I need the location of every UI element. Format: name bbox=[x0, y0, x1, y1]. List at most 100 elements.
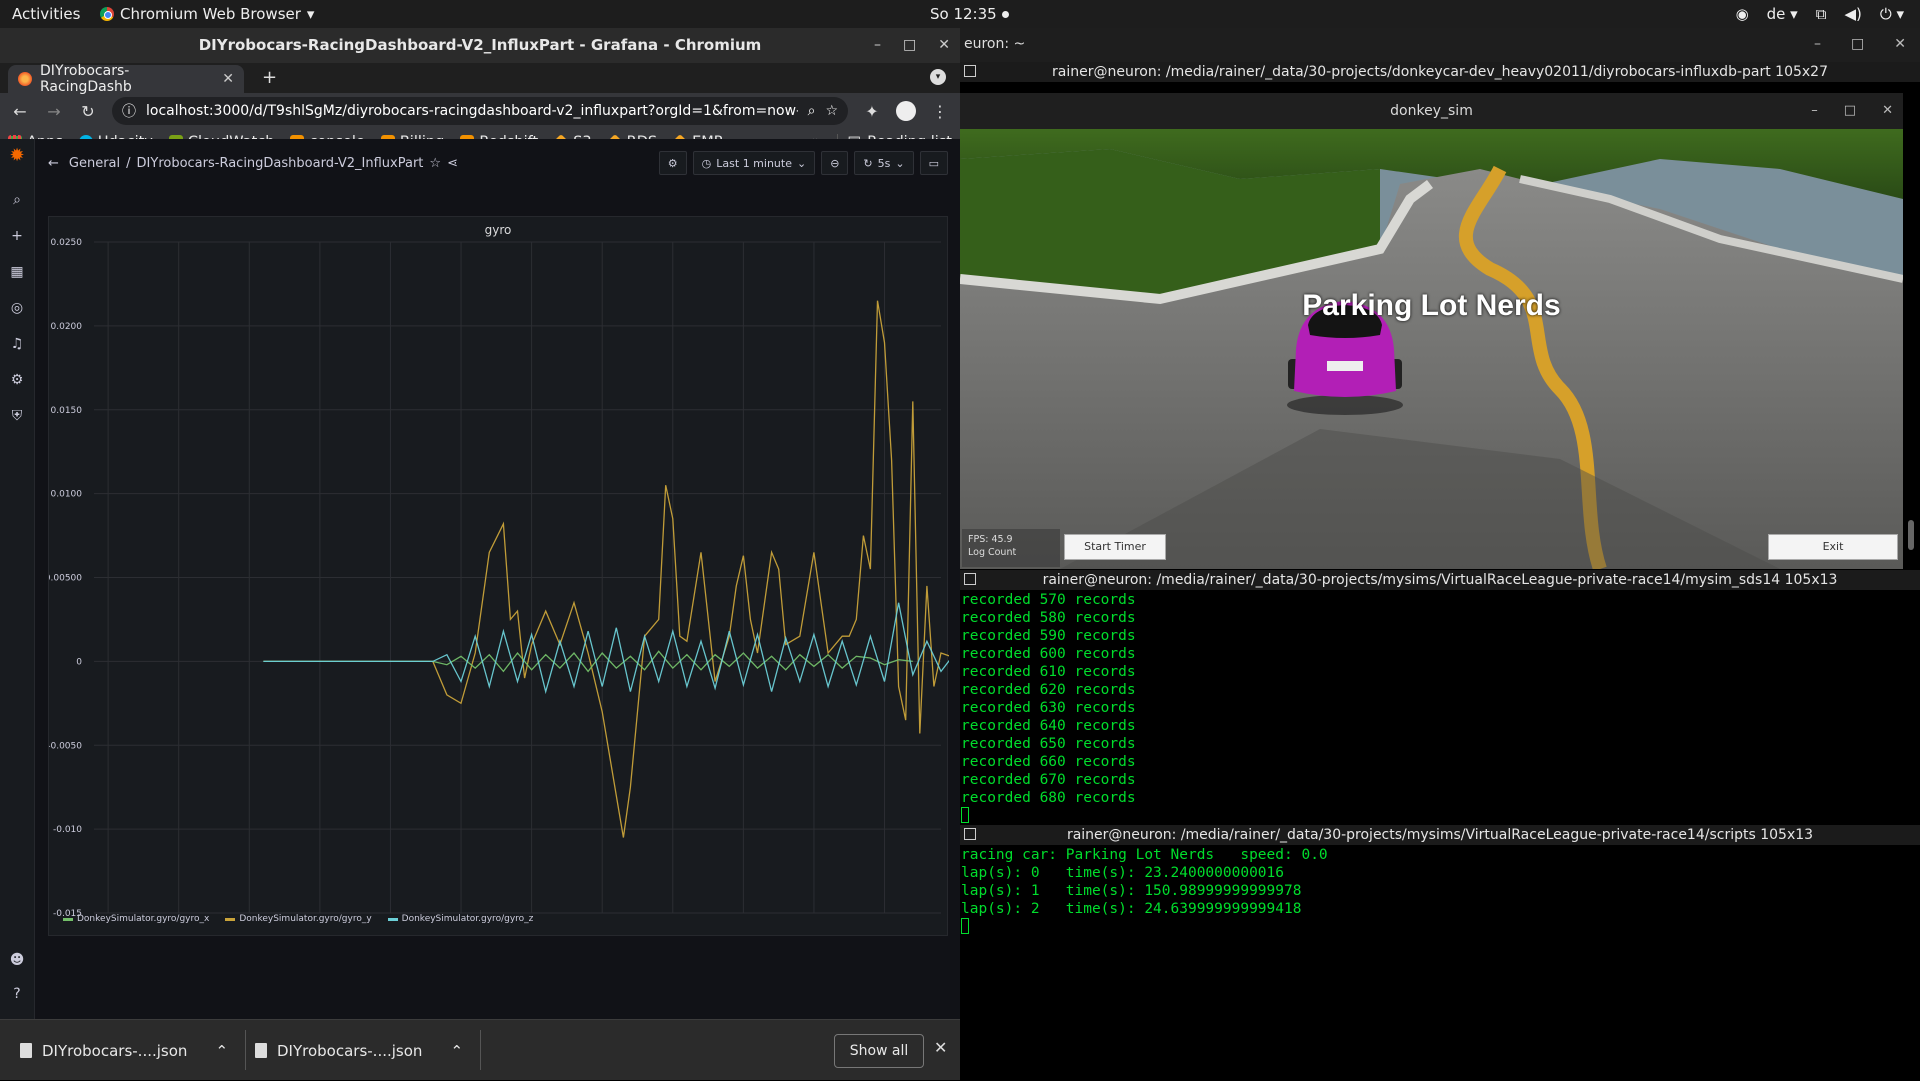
exit-button[interactable]: Exit bbox=[1768, 534, 1898, 560]
legend-label: DonkeySimulator.gyro/gyro_y bbox=[239, 914, 372, 924]
chromium-icon bbox=[100, 7, 114, 21]
legend-item-gyro-x[interactable]: DonkeySimulator.gyro/gyro_x bbox=[63, 914, 209, 924]
breadcrumb-separator: / bbox=[126, 155, 131, 171]
sim-titlebar[interactable]: donkey_sim – □ ✕ bbox=[960, 93, 1903, 129]
back-icon[interactable]: ← bbox=[10, 102, 30, 121]
zoom-search-icon[interactable]: ⌕ bbox=[808, 103, 816, 119]
maximize-icon[interactable]: □ bbox=[1851, 36, 1864, 52]
close-icon[interactable]: ✕ bbox=[938, 28, 950, 63]
dashboards-icon[interactable]: ▦ bbox=[8, 263, 26, 281]
explore-icon[interactable]: ◎ bbox=[8, 299, 26, 317]
monitor-icon: ▭ bbox=[928, 156, 939, 170]
window-title: DIYrobocars-RacingDashboard-V2_InfluxPar… bbox=[198, 36, 762, 54]
volume-icon[interactable]: ◀) bbox=[1844, 5, 1861, 23]
refresh-interval-label: 5s bbox=[877, 156, 891, 170]
discord-icon[interactable]: ◉ bbox=[1736, 5, 1749, 23]
gear-icon[interactable]: ⚙ bbox=[8, 371, 26, 389]
help-icon[interactable]: ? bbox=[8, 985, 26, 1003]
window-titlebar[interactable]: DIYrobocars-RacingDashboard-V2_InfluxPar… bbox=[0, 28, 960, 63]
maximize-icon[interactable]: □ bbox=[1844, 93, 1856, 129]
network-icon[interactable]: ⧉ bbox=[1816, 5, 1827, 23]
terminal-line: recorded 640 records bbox=[961, 718, 1136, 734]
forward-icon[interactable]: → bbox=[44, 102, 64, 121]
download-item[interactable]: DIYrobocars-....json ⌃ bbox=[20, 1020, 247, 1081]
file-icon bbox=[20, 1043, 32, 1058]
back-arrow-icon[interactable]: ← bbox=[48, 156, 59, 171]
terminator-titlebar[interactable]: euron: ~ – □ ✕ bbox=[960, 28, 1920, 62]
terminal-2-title-text: rainer@neuron: /media/rainer/_data/30-pr… bbox=[1042, 572, 1838, 588]
terminal-icon bbox=[964, 65, 976, 77]
download-item[interactable]: DIYrobocars-....json ⌃ bbox=[255, 1020, 482, 1081]
profile-avatar[interactable] bbox=[896, 101, 916, 121]
terminal-line: lap(s): 0 time(s): 23.2400000000016 bbox=[961, 865, 1285, 881]
time-picker[interactable]: ◷ Last 1 minute ⌄ bbox=[692, 151, 816, 175]
tab-grafana[interactable]: DIYrobocars-RacingDashb ✕ bbox=[8, 63, 244, 95]
downloads-bar: DIYrobocars-....json ⌃ DIYrobocars-....j… bbox=[0, 1019, 960, 1080]
clock[interactable]: So 12:35 bbox=[930, 5, 1009, 23]
zoom-out-button[interactable]: ⊖ bbox=[821, 151, 849, 175]
new-tab-icon[interactable]: + bbox=[262, 67, 277, 88]
power-icon[interactable]: ⏻ ▾ bbox=[1880, 5, 1904, 23]
chevron-up-icon[interactable]: ⌃ bbox=[450, 1042, 463, 1060]
maximize-icon[interactable]: □ bbox=[903, 28, 916, 63]
reload-icon[interactable]: ↻ bbox=[78, 102, 98, 121]
start-timer-button[interactable]: Start Timer bbox=[1064, 534, 1166, 560]
bookmark-star-icon[interactable]: ☆ bbox=[825, 103, 838, 119]
grafana-logo-icon[interactable]: ✹ bbox=[8, 147, 26, 165]
terminal-scrollbar[interactable] bbox=[1908, 520, 1914, 550]
legend-item-gyro-z[interactable]: DonkeySimulator.gyro/gyro_z bbox=[387, 914, 533, 924]
refresh-picker[interactable]: ↻ 5s ⌄ bbox=[854, 151, 914, 175]
tab-search-icon[interactable]: ▾ bbox=[930, 69, 946, 85]
search-icon[interactable]: ⌕ bbox=[8, 191, 26, 209]
breadcrumb-folder[interactable]: General bbox=[69, 156, 120, 171]
site-info-icon[interactable]: ⓘ bbox=[122, 101, 136, 121]
grafana-favicon-icon bbox=[18, 72, 32, 86]
extensions-icon[interactable]: ✦ bbox=[862, 102, 882, 121]
activities-button[interactable]: Activities bbox=[12, 5, 80, 23]
address-bar[interactable]: ⓘ localhost:3000/d/T9shlSgMz/diyrobocars… bbox=[112, 97, 848, 125]
race-track-scene bbox=[960, 129, 1903, 569]
download-filename: DIYrobocars-....json bbox=[42, 1041, 188, 1060]
dashboard-header: ← General / DIYrobocars-RacingDashboard-… bbox=[36, 139, 960, 187]
dashboard-settings-button[interactable]: ⚙ bbox=[658, 151, 687, 175]
terminal-3-output[interactable]: racing car: Parking Lot Nerds speed: 0.0… bbox=[961, 846, 1328, 934]
terminal-cursor bbox=[961, 807, 969, 823]
shield-icon[interactable]: ⛨ bbox=[8, 407, 26, 425]
fps-counter: FPS: 45.9 Log Count bbox=[962, 529, 1060, 567]
tv-mode-button[interactable]: ▭ bbox=[919, 151, 948, 175]
terminal-line: recorded 660 records bbox=[961, 754, 1136, 770]
legend-item-gyro-y[interactable]: DonkeySimulator.gyro/gyro_y bbox=[225, 914, 372, 924]
navigation-bar: ← → ↻ ⓘ localhost:3000/d/T9shlSgMz/diyro… bbox=[0, 93, 960, 129]
terminal-3-title[interactable]: rainer@neuron: /media/rainer/_data/30-pr… bbox=[960, 825, 1920, 845]
minimize-icon[interactable]: – bbox=[1811, 93, 1818, 129]
series-line-gyro-y bbox=[263, 300, 949, 838]
show-all-button[interactable]: Show all bbox=[834, 1034, 924, 1068]
app-menu[interactable]: Chromium Web Browser ▾ bbox=[100, 5, 314, 23]
y-tick-label: -0.010 bbox=[53, 825, 82, 835]
close-icon[interactable]: ✕ bbox=[934, 1038, 947, 1057]
gyro-panel[interactable]: gyro 0.0250 0.0200 0.0150 0.0100 0.00500 0 -0.… bbox=[48, 216, 949, 936]
y-tick-label: 0.0100 bbox=[51, 490, 83, 500]
kebab-menu-icon[interactable]: ⋮ bbox=[930, 102, 950, 121]
minimize-icon[interactable]: – bbox=[874, 28, 881, 63]
sim-viewport[interactable]: Parking Lot Nerds FPS: 45.9 Log Count St… bbox=[960, 129, 1903, 569]
user-avatar-icon[interactable]: ☻ bbox=[8, 951, 26, 969]
terminal-1-title[interactable]: rainer@neuron: /media/rainer/_data/30-pr… bbox=[960, 62, 1920, 82]
close-icon[interactable]: ✕ bbox=[1882, 93, 1893, 129]
dashboard-title[interactable]: DIYrobocars-RacingDashboard-V2_InfluxPar… bbox=[137, 156, 424, 171]
alerting-bell-icon[interactable]: ♫ bbox=[8, 335, 26, 353]
zoom-out-icon: ⊖ bbox=[830, 156, 840, 170]
minimize-icon[interactable]: – bbox=[1814, 36, 1821, 52]
close-icon[interactable]: ✕ bbox=[1894, 36, 1906, 52]
terminal-2-output[interactable]: recorded 570 records recorded 580 records… bbox=[961, 591, 1136, 823]
keyboard-layout[interactable]: de ▾ bbox=[1767, 5, 1798, 23]
divider bbox=[245, 1030, 247, 1070]
tab-close-icon[interactable]: ✕ bbox=[222, 71, 234, 87]
terminal-2-title[interactable]: rainer@neuron: /media/rainer/_data/30-pr… bbox=[960, 570, 1920, 590]
star-icon[interactable]: ☆ bbox=[429, 156, 441, 171]
share-icon[interactable]: ⋖ bbox=[447, 156, 458, 171]
terminal-1-title-text: rainer@neuron: /media/rainer/_data/30-pr… bbox=[1052, 64, 1828, 80]
plus-icon[interactable]: + bbox=[8, 227, 26, 245]
tab-title: DIYrobocars-RacingDashb bbox=[40, 63, 132, 95]
chevron-up-icon[interactable]: ⌃ bbox=[215, 1042, 228, 1060]
